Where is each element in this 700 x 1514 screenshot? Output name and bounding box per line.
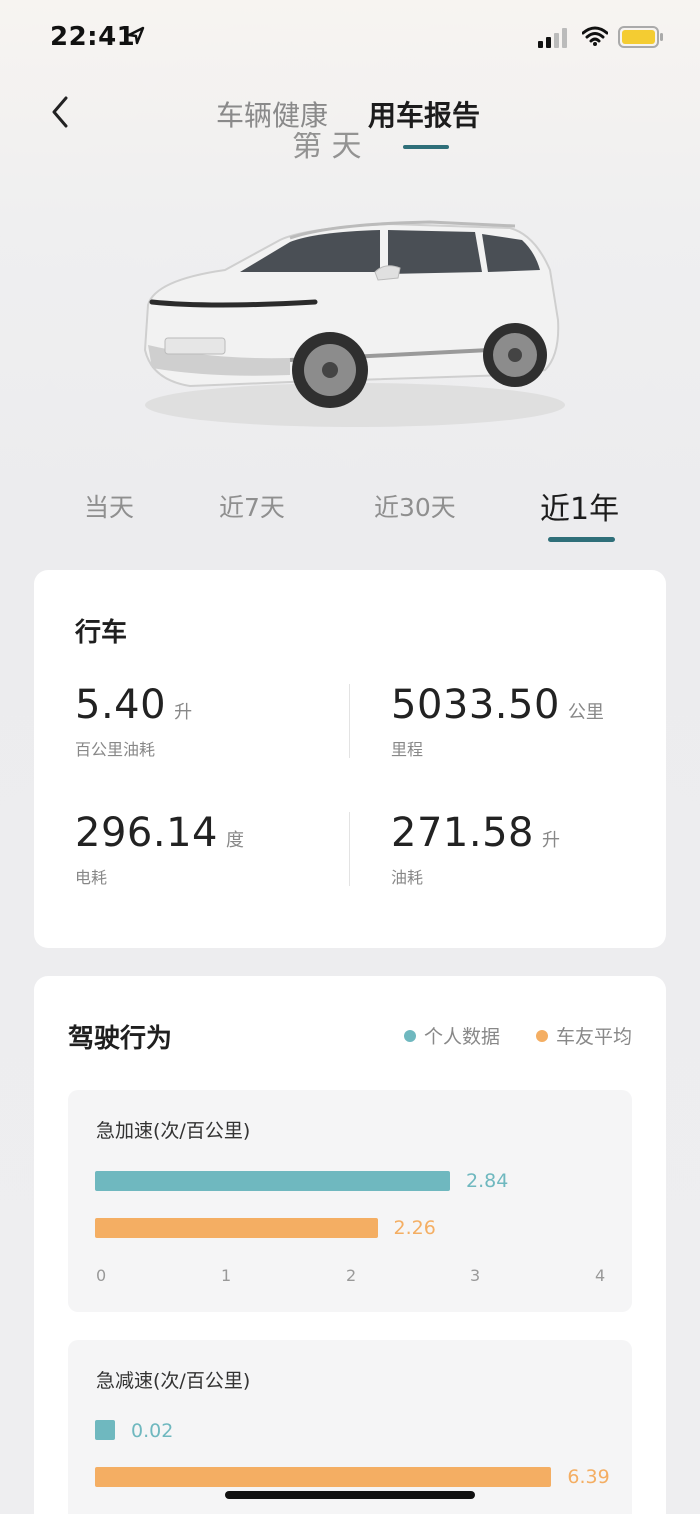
legend-average: 车友平均 xyxy=(536,1022,632,1049)
metric-value: 5.40 xyxy=(75,682,167,728)
metric-label: 里程 xyxy=(391,740,424,759)
car-image xyxy=(143,220,565,427)
bar-value-average: 2.26 xyxy=(393,1217,436,1239)
axis-tick: 4 xyxy=(595,1266,606,1285)
legend-dot-personal xyxy=(404,1030,416,1042)
chart-hard-braking: 急减速(次/百公里) 0.02 6.39 xyxy=(68,1340,632,1514)
period-tab-today[interactable]: 当天 xyxy=(84,488,134,524)
chevron-left-icon xyxy=(52,96,68,128)
divider xyxy=(349,812,350,886)
axis-tick: 3 xyxy=(470,1266,481,1285)
metric-value: 5033.50 xyxy=(391,682,560,728)
metric-unit: 度 xyxy=(225,830,244,851)
metric-label: 电耗 xyxy=(75,868,108,887)
day-count-fragment: 第 天 xyxy=(292,132,362,162)
period-tab-1-year[interactable]: 近1年 xyxy=(540,484,619,528)
metric-label: 百公里油耗 xyxy=(75,740,156,759)
metric-label: 油耗 xyxy=(391,868,424,887)
metric-unit: 公里 xyxy=(567,702,604,723)
chart-title: 急减速(次/百公里) xyxy=(96,1370,251,1392)
home-indicator xyxy=(225,1491,475,1499)
active-tab-indicator xyxy=(403,145,449,149)
status-bar: 22:41 xyxy=(0,0,700,76)
period-tab-30-days[interactable]: 近30天 xyxy=(374,488,456,524)
metric-unit: 升 xyxy=(174,702,193,723)
bar-average xyxy=(95,1467,552,1487)
legend-label: 车友平均 xyxy=(556,1026,633,1048)
battery-icon xyxy=(618,26,663,48)
bar-value-average: 6.39 xyxy=(567,1466,610,1488)
metric-electricity: 296.14 度 电耗 xyxy=(75,810,244,888)
driving-card: 行车 5.40 升 百公里油耗 5033.50 公里 里程 296.14 度 电耗 2… xyxy=(34,570,666,948)
axis-tick: 2 xyxy=(346,1266,357,1285)
active-period-indicator xyxy=(548,537,615,542)
legend-dot-average xyxy=(536,1030,548,1042)
driving-behavior-card: 驾驶行为 个人数据 车友平均 急加速(次/百公里) 2.84 2.26 0 1 … xyxy=(34,976,666,1514)
metric-unit: 升 xyxy=(541,830,560,851)
cellular-signal-icon xyxy=(538,28,567,48)
bar-value-personal: 2.84 xyxy=(466,1170,509,1192)
tab-usage-report[interactable]: 用车报告 xyxy=(368,94,480,134)
axis-tick: 1 xyxy=(221,1266,232,1285)
bar-personal xyxy=(95,1171,450,1191)
metric-value: 271.58 xyxy=(391,810,534,856)
divider xyxy=(349,684,350,758)
back-button[interactable] xyxy=(44,92,80,132)
bar-average xyxy=(95,1218,378,1238)
metric-mileage: 5033.50 公里 里程 xyxy=(391,682,604,760)
wifi-icon xyxy=(582,26,608,46)
bar-value-personal: 0.02 xyxy=(131,1420,174,1442)
legend-personal: 个人数据 xyxy=(404,1022,500,1049)
metric-fuel: 271.58 升 油耗 xyxy=(391,810,560,888)
metric-value: 296.14 xyxy=(75,810,218,856)
bar-personal xyxy=(95,1420,115,1440)
legend-label: 个人数据 xyxy=(424,1026,501,1048)
behavior-card-title: 驾驶行为 xyxy=(68,1024,173,1054)
chart-title: 急加速(次/百公里) xyxy=(96,1120,251,1142)
period-tab-7-days[interactable]: 近7天 xyxy=(219,488,285,524)
location-arrow-icon xyxy=(127,26,145,45)
driving-card-title: 行车 xyxy=(75,618,128,648)
axis-tick: 0 xyxy=(96,1266,107,1285)
metric-fuel-per-100km: 5.40 升 百公里油耗 xyxy=(75,682,192,760)
tab-vehicle-health[interactable]: 车辆健康 xyxy=(216,94,328,134)
chart-hard-acceleration: 急加速(次/百公里) 2.84 2.26 0 1 2 3 4 xyxy=(68,1090,632,1312)
status-time: 22:41 xyxy=(50,22,136,52)
